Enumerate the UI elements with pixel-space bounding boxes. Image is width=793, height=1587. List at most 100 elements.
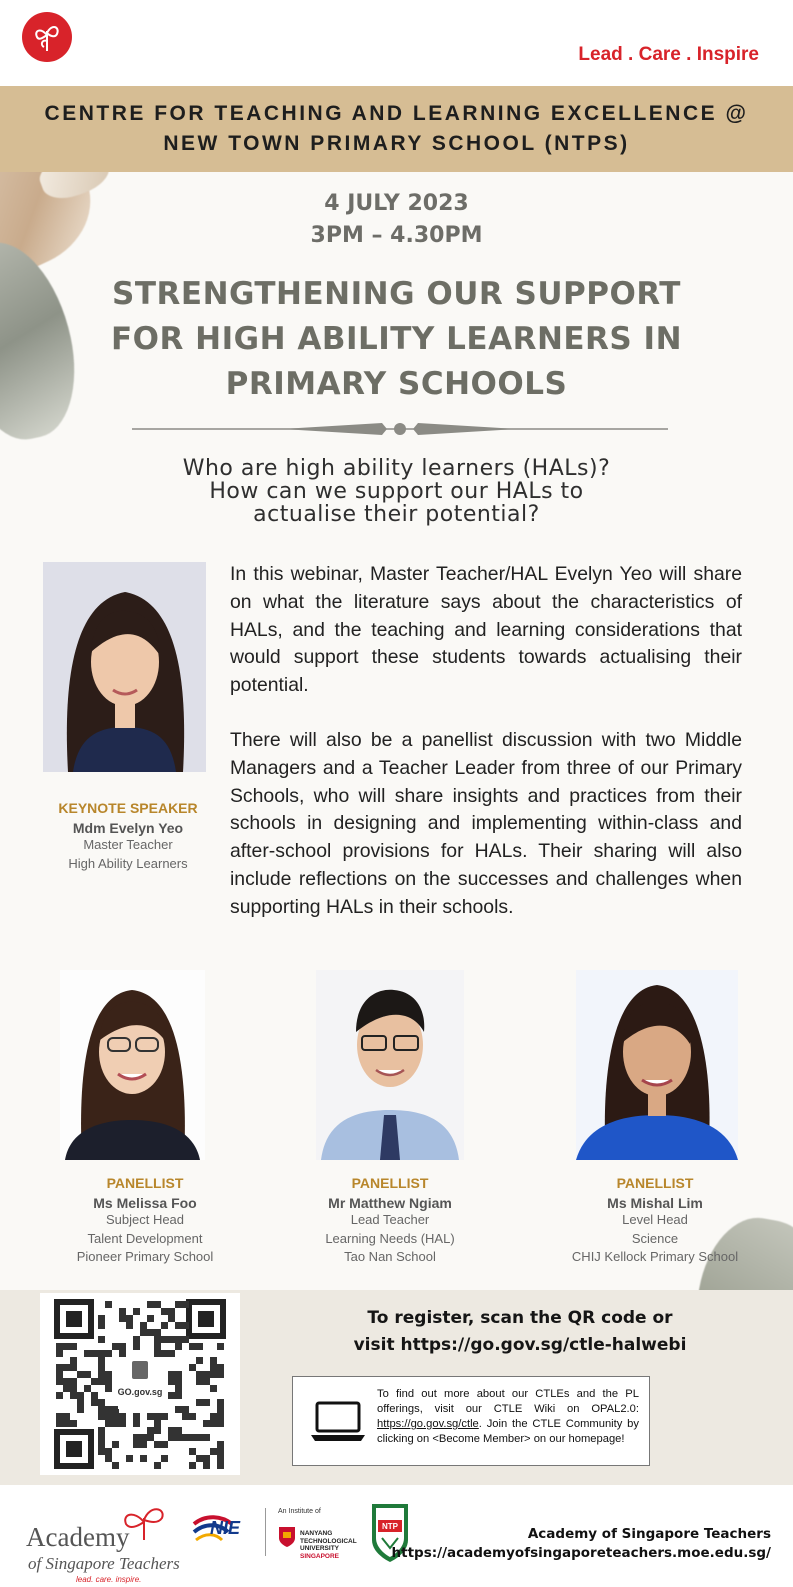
qr-module [217,1399,224,1406]
qr-module [105,1301,112,1308]
qr-module [168,1336,175,1343]
panellist-info: PANELLIST Ms Melissa Foo Subject Head Ta… [30,1175,260,1267]
qr-module [105,1455,112,1462]
qr-module [210,1371,217,1378]
qr-module [105,1350,112,1357]
qr-module [210,1448,217,1455]
qr-module [147,1301,154,1308]
qr-module [189,1343,196,1350]
qr-module [168,1392,175,1399]
qr-module [161,1308,168,1315]
qr-module [168,1434,175,1441]
qr-module [175,1378,182,1385]
qr-module [126,1322,133,1329]
qr-module [56,1378,63,1385]
qr-module [161,1455,168,1462]
qr-module [98,1336,105,1343]
qr-module [105,1420,112,1427]
qr-module [210,1357,217,1364]
ntu-line: NANYANG [300,1530,333,1537]
qr-module [84,1385,91,1392]
qr-module [119,1413,126,1420]
qr-module [98,1322,105,1329]
qr-module [112,1441,119,1448]
qr-module [203,1462,210,1469]
panellist-detail: Subject Head [105,1212,185,1227]
qr-module [91,1392,98,1399]
qr-module [175,1371,182,1378]
qr-module [147,1329,154,1336]
qr-module [147,1315,154,1322]
qr-module [161,1413,168,1420]
qr-module [203,1399,210,1406]
qr-module [140,1322,147,1329]
footer-org-info: Academy of Singapore Teachers https://ac… [392,1525,771,1563]
qr-module [77,1406,84,1413]
registration-line: To register, scan the QR code or [367,1308,673,1328]
qr-module [98,1406,105,1413]
keynote-detail: High Ability Learners [68,855,188,871]
qr-module [56,1350,63,1357]
ntu-crest-icon [279,1527,295,1547]
qr-module [63,1343,70,1350]
panellist-info: PANELLIST Ms Mishal Lim Level Head Scien… [540,1175,770,1267]
qr-module [63,1413,70,1420]
qr-module [189,1448,196,1455]
qr-module [70,1343,77,1350]
qr-module [210,1364,217,1371]
qr-module [203,1455,210,1462]
ntu-line: SINGAPORE [300,1552,340,1560]
qr-module [63,1364,70,1371]
qr-module [154,1336,161,1343]
qr-module [133,1308,140,1315]
ast-logo-tagline: lead. care. inspire. [76,1575,142,1584]
qr-module [182,1301,189,1308]
panellist-name: Ms Mishal Lim [607,1195,703,1211]
qr-module [56,1413,63,1420]
panellist-detail: Talent Development [87,1230,203,1246]
qr-module [196,1378,203,1385]
ntu-line: UNIVERSITY [300,1545,340,1552]
question-line: Who are high ability learners (HALs)? [182,456,611,481]
qr-module [91,1399,98,1406]
qr-module [210,1385,217,1392]
qr-module [77,1371,84,1378]
ctle-info-box: To find out more about our CTLEs and the… [292,1376,650,1466]
qr-module [217,1420,224,1427]
qr-module [140,1434,147,1441]
qr-module [140,1329,147,1336]
qr-module [217,1371,224,1378]
qr-module [140,1455,147,1462]
panellist-photo [60,970,205,1160]
qr-module [196,1371,203,1378]
qr-module [133,1343,140,1350]
qr-module [63,1378,70,1385]
qr-module [203,1420,210,1427]
ast-flower-logo-icon [22,12,72,62]
qr-module [147,1434,154,1441]
title-line: FOR HIGH ABILITY LEARNERS IN [110,321,683,357]
qr-module [189,1413,196,1420]
qr-module [168,1315,175,1322]
description-paragraph: There will also be a panellist discussio… [230,728,742,918]
registration-link[interactable]: visit https://go.gov.sg/ctle-halwebi [270,1332,770,1359]
qr-module [133,1413,140,1420]
qr-module [56,1364,63,1371]
qr-module [84,1350,91,1357]
registration-qr-code[interactable]: GO.gov.sg [40,1293,240,1475]
qr-module [217,1413,224,1420]
nie-wordmark: NIE [210,1518,241,1538]
qr-module [91,1378,98,1385]
footer-org-url[interactable]: https://academyofsingaporeteachers.moe.e… [392,1544,771,1563]
ctle-wiki-link[interactable]: https://go.gov.sg/ctle [377,1418,479,1430]
qr-module [196,1455,203,1462]
qr-module [217,1364,224,1371]
qr-module [217,1455,224,1462]
qr-module [112,1413,119,1420]
qr-module [133,1336,140,1343]
qr-module [105,1406,112,1413]
qr-module [105,1448,112,1455]
keynote-speaker-photo [43,562,206,772]
qr-module [175,1343,182,1350]
qr-module [182,1413,189,1420]
